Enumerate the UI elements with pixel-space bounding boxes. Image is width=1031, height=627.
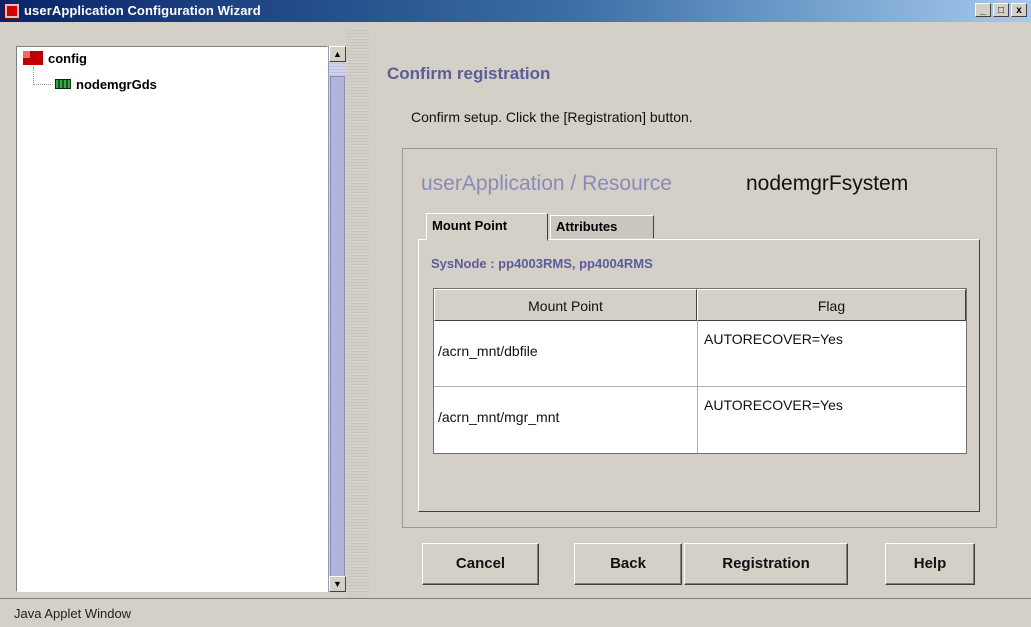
column-header-mount-point[interactable]: Mount Point: [434, 289, 697, 321]
maximize-button[interactable]: □: [993, 3, 1009, 17]
tab-mount-point[interactable]: Mount Point: [426, 213, 548, 241]
flag-cell: AUTORECOVER=Yes: [704, 331, 843, 347]
sysnode-label: SysNode : pp4003RMS, pp4004RMS: [431, 256, 653, 271]
table-row[interactable]: /acrn_mnt/dbfile AUTORECOVER=Yes: [434, 321, 966, 387]
table-row[interactable]: /acrn_mnt/mgr_mnt AUTORECOVER=Yes: [434, 387, 966, 453]
close-button[interactable]: x: [1011, 3, 1027, 17]
back-button[interactable]: Back: [574, 543, 682, 585]
applet-window-label: Java Applet Window: [14, 606, 132, 621]
registration-button[interactable]: Registration: [684, 543, 848, 585]
split-pane-divider[interactable]: [347, 28, 369, 598]
tree-item-config[interactable]: config: [23, 49, 87, 67]
instruction-text: Confirm setup. Click the [Registration] …: [411, 109, 693, 125]
mount-point-table: Mount Point Flag /acrn_mnt/dbfile AUTORE…: [433, 288, 967, 454]
table-header: Mount Point Flag: [434, 289, 966, 321]
tree-scrollbar[interactable]: ▲ ▼: [328, 46, 346, 592]
title-bar[interactable]: userApplication Configuration Wizard _ □…: [0, 0, 1031, 22]
tab-attributes[interactable]: Attributes: [550, 215, 654, 239]
resource-label: userApplication / Resource: [421, 172, 672, 195]
column-header-flag[interactable]: Flag: [697, 289, 966, 321]
cancel-button[interactable]: Cancel: [422, 543, 539, 585]
flag-cell: AUTORECOVER=Yes: [704, 397, 843, 413]
tree-item-label: config: [48, 50, 87, 66]
window-title: userApplication Configuration Wizard: [24, 3, 261, 18]
scroll-up-button[interactable]: ▲: [329, 46, 346, 62]
tree-item-nodemgrgds[interactable]: nodemgrGds: [55, 75, 157, 93]
tree-item-label: nodemgrGds: [76, 76, 157, 92]
scroll-down-button[interactable]: ▼: [329, 576, 346, 592]
mount-point-cell: /acrn_mnt/mgr_mnt: [438, 409, 560, 425]
window-controls: _ □ x: [975, 3, 1027, 17]
page-title: Confirm registration: [387, 64, 551, 83]
configuration-tree[interactable]: config nodemgrGds: [16, 46, 328, 592]
tree-connector-branch: [33, 84, 53, 86]
scroll-thumb[interactable]: [330, 76, 345, 586]
mount-point-cell: /acrn_mnt/dbfile: [438, 343, 538, 359]
gds-node-icon: [55, 79, 71, 89]
java-app-icon: [4, 3, 20, 19]
resource-name: nodemgrFsystem: [746, 172, 909, 195]
tree-connector-line: [33, 67, 35, 85]
config-folder-icon: [23, 51, 43, 65]
column-divider: [697, 321, 698, 453]
minimize-button[interactable]: _: [975, 3, 991, 17]
status-bar: [0, 598, 1031, 627]
help-button[interactable]: Help: [885, 543, 975, 585]
